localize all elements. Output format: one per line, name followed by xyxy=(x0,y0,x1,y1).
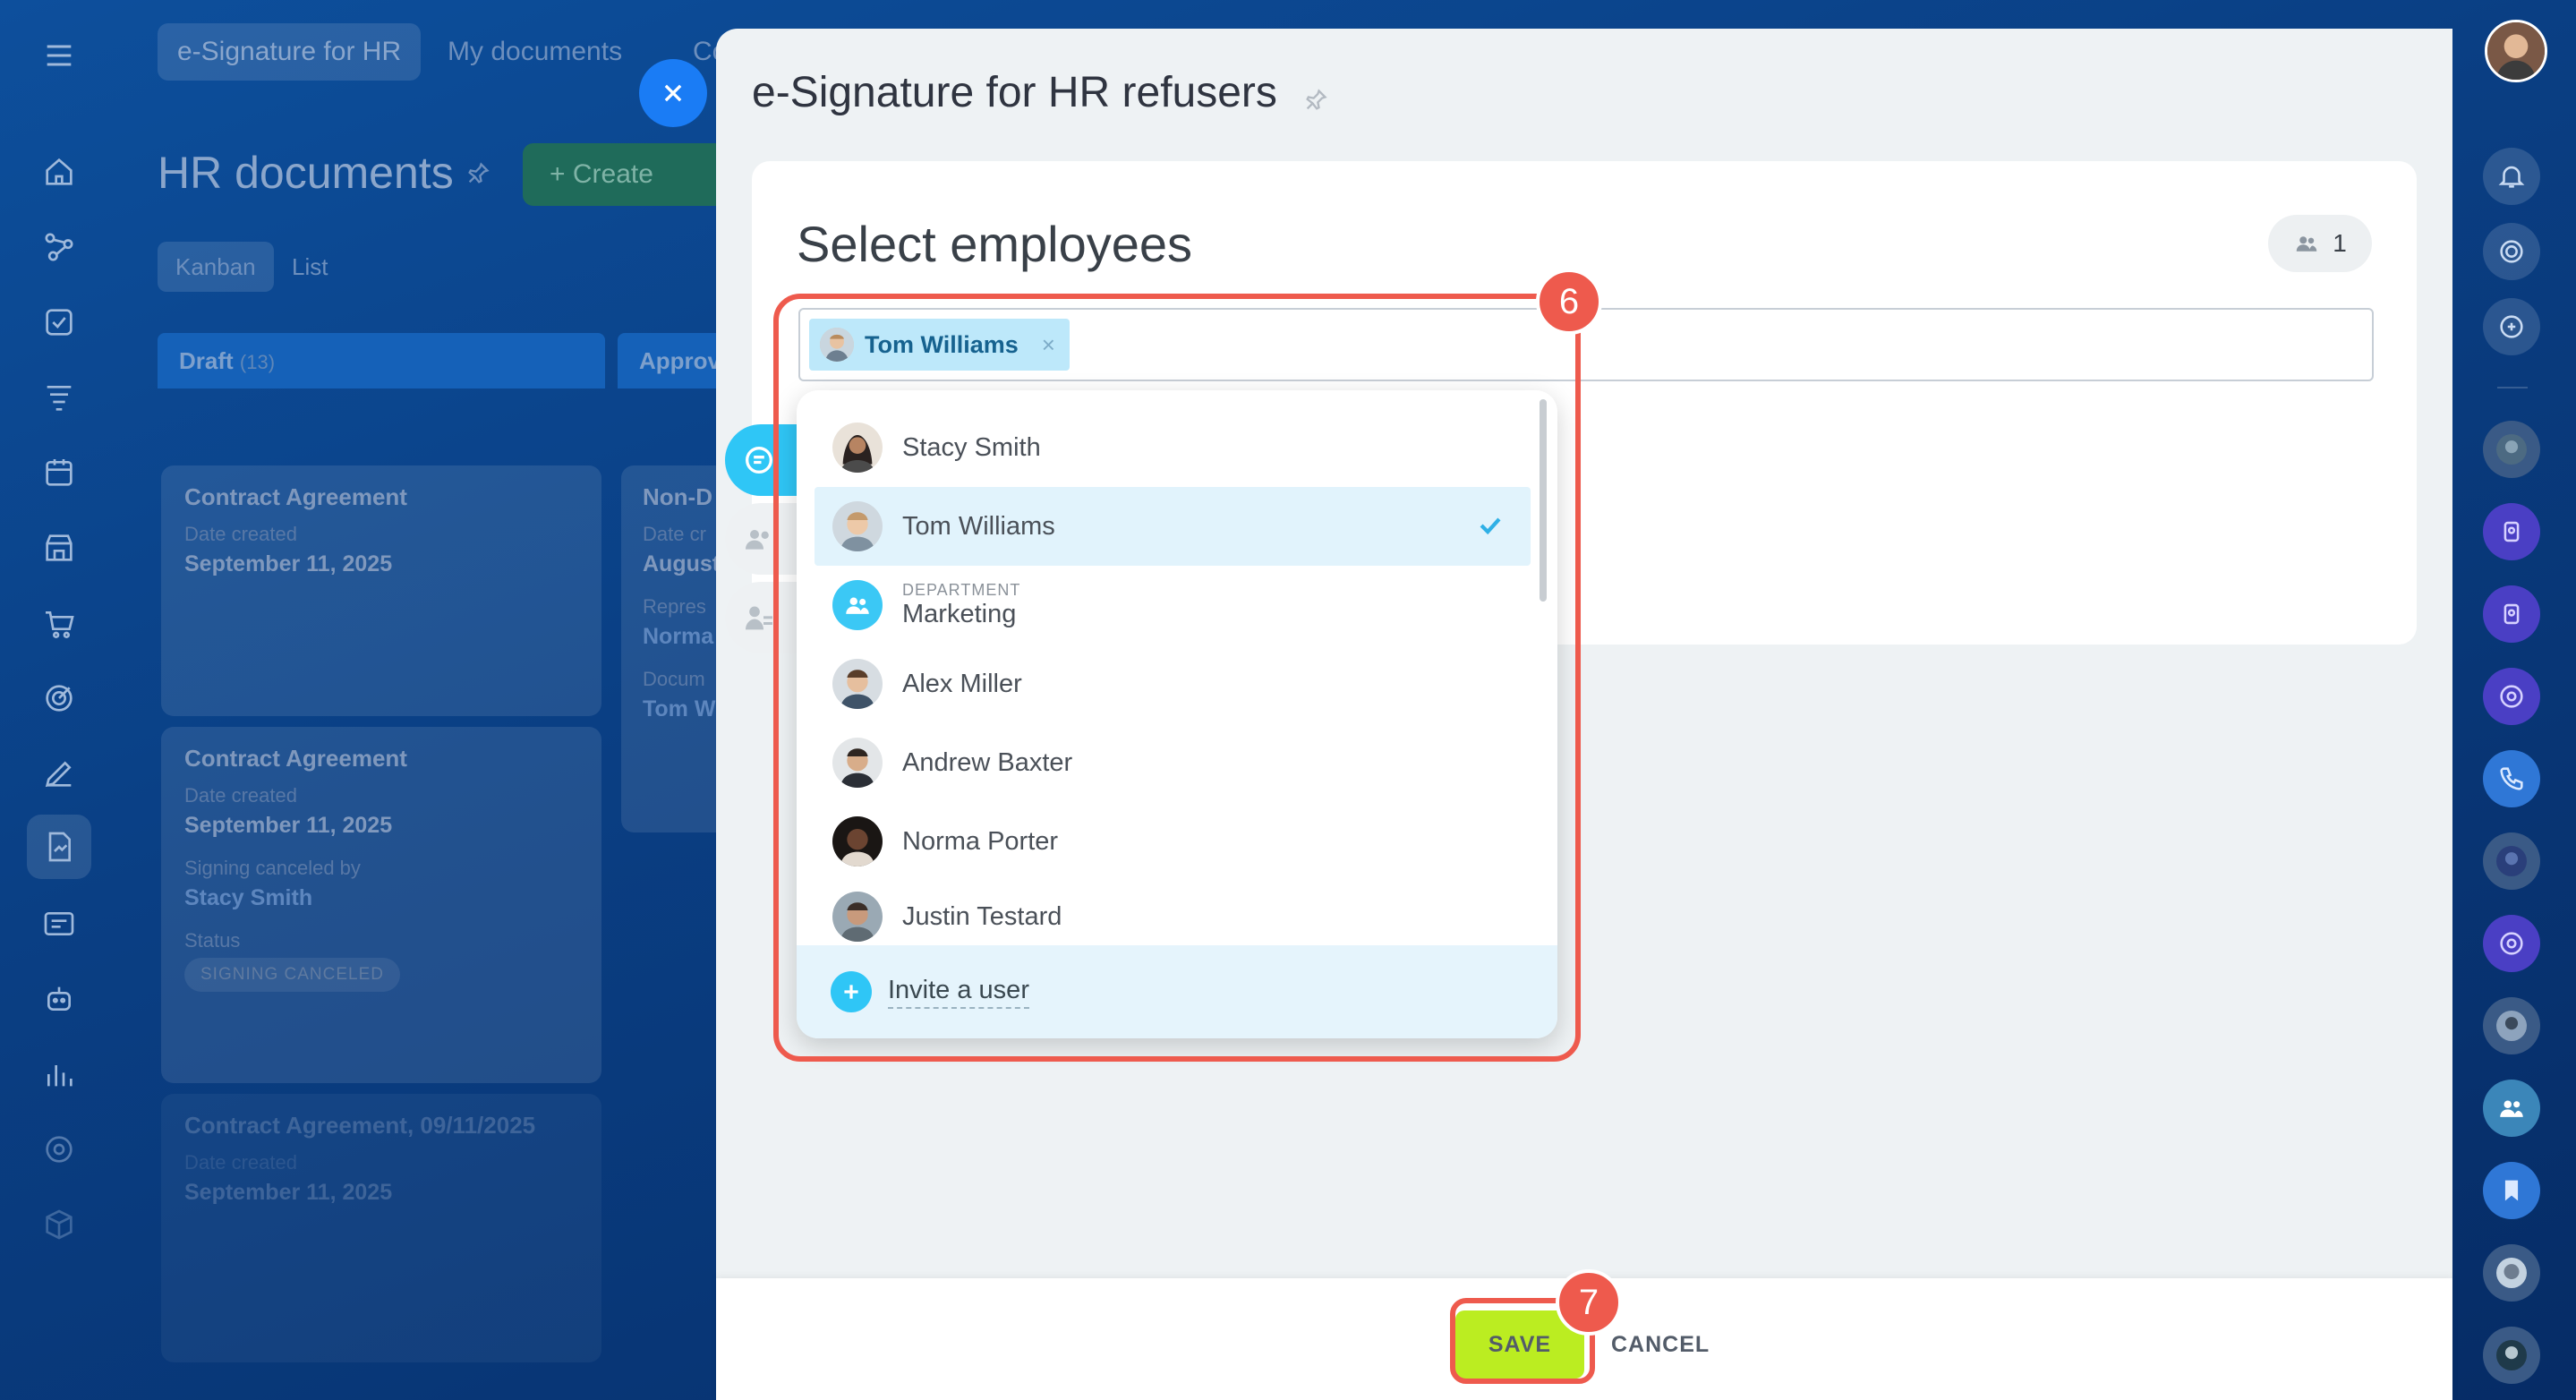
card-title: Contract Agreement xyxy=(184,483,407,510)
cart-icon[interactable] xyxy=(36,600,82,646)
people-icon xyxy=(2296,236,2317,252)
card-date-label: Date created xyxy=(184,784,297,807)
bell-icon[interactable] xyxy=(2483,148,2540,205)
kanban-card[interactable]: Contract Agreement, 09/11/2025 Date crea… xyxy=(161,1094,601,1362)
tasks-icon[interactable] xyxy=(36,299,82,346)
card-title: Contract Agreement, 09/11/2025 xyxy=(184,1112,536,1139)
avatar-chat-3[interactable] xyxy=(2483,997,2540,1054)
settings-icon[interactable] xyxy=(36,1126,82,1173)
home-icon[interactable] xyxy=(36,149,82,195)
slider-title: e-Signature for HR refusers xyxy=(752,69,1277,116)
store-icon[interactable] xyxy=(36,525,82,571)
robot-icon[interactable] xyxy=(36,976,82,1022)
page-title: HR documents xyxy=(158,148,454,198)
right-sidebar xyxy=(2452,0,2576,1400)
tab-list[interactable]: List xyxy=(274,242,345,292)
left-sidebar xyxy=(0,0,118,1400)
copilot-chat-icon[interactable] xyxy=(2483,668,2540,725)
person-list-icon xyxy=(746,606,772,630)
column-count: (13) xyxy=(239,351,276,373)
step-badge: 6 xyxy=(1536,269,1602,335)
avatar-chat-2[interactable] xyxy=(2483,832,2540,890)
avatar-chat-4[interactable] xyxy=(2483,1244,2540,1302)
cancel-button[interactable]: CANCEL xyxy=(1611,1310,1736,1379)
close-slider-button[interactable] xyxy=(639,59,707,127)
people-icon xyxy=(746,530,769,550)
kanban-card[interactable]: Contract Agreement Date created Septembe… xyxy=(161,727,601,1083)
close-icon xyxy=(664,84,682,102)
avatar-chat-1[interactable] xyxy=(2483,421,2540,478)
column-name: Draft xyxy=(179,347,234,374)
card-title: Contract Agreement xyxy=(184,745,407,772)
copilot-chat-icon[interactable] xyxy=(2483,915,2540,972)
section-title: Select employees xyxy=(797,216,1193,272)
card-date-label: Date created xyxy=(184,523,297,545)
pin-icon[interactable] xyxy=(465,161,490,186)
chat-icon xyxy=(746,447,772,474)
tab-e-signature[interactable]: e-Signature for HR xyxy=(158,23,422,81)
pin-icon[interactable] xyxy=(1303,88,1328,113)
document-chat-icon[interactable] xyxy=(2483,503,2540,560)
funnel-icon[interactable] xyxy=(36,374,82,421)
column-draft-header: Draft (13) xyxy=(158,333,605,388)
card-date: September 11, 2025 xyxy=(184,1180,393,1205)
tab-kanban[interactable]: Kanban xyxy=(158,242,274,292)
card-canceled-by[interactable]: Stacy Smith xyxy=(184,885,578,911)
chat-search-icon[interactable] xyxy=(2483,298,2540,355)
flow-icon[interactable] xyxy=(36,224,82,270)
column-name: Approv xyxy=(639,347,721,374)
card-date: September 11, 2025 xyxy=(184,813,393,838)
bookmark-icon[interactable] xyxy=(2483,1162,2540,1219)
plus-icon: + xyxy=(550,159,573,189)
selected-count: 1 xyxy=(2333,229,2347,257)
cube-icon[interactable] xyxy=(36,1201,82,1248)
kanban-card[interactable]: Contract Agreement Date created Septembe… xyxy=(161,465,601,716)
card-canceled-label: Signing canceled by xyxy=(184,857,361,879)
column-approval-header: Approv xyxy=(618,333,725,388)
tab-my-documents[interactable]: My documents xyxy=(428,23,642,81)
step-badge: 7 xyxy=(1556,1269,1622,1336)
group-chat-icon[interactable] xyxy=(2483,1080,2540,1137)
target-icon[interactable] xyxy=(36,675,82,721)
phone-icon[interactable] xyxy=(2483,750,2540,807)
card-date-label: Date created xyxy=(184,1151,297,1174)
card-date: September 11, 2025 xyxy=(184,551,393,576)
create-label: Create xyxy=(572,159,653,189)
highlight-frame xyxy=(773,294,1581,1062)
document-chat-icon[interactable] xyxy=(2483,585,2540,643)
calendar-icon[interactable] xyxy=(36,449,82,496)
create-button[interactable]: + Create xyxy=(523,143,738,206)
signature-icon[interactable] xyxy=(27,815,91,879)
chart-icon[interactable] xyxy=(36,1051,82,1097)
menu-icon[interactable] xyxy=(36,32,82,79)
card-icon[interactable] xyxy=(36,901,82,947)
pen-icon[interactable] xyxy=(36,750,82,797)
divider xyxy=(2497,387,2528,388)
card-status-label: Status xyxy=(184,929,241,952)
selected-count-badge[interactable]: 1 xyxy=(2268,215,2372,272)
avatar-chat-5[interactable] xyxy=(2483,1327,2540,1384)
user-avatar[interactable] xyxy=(2485,20,2547,82)
copilot-icon[interactable] xyxy=(2483,223,2540,280)
status-badge: SIGNING CANCELED xyxy=(184,958,400,992)
